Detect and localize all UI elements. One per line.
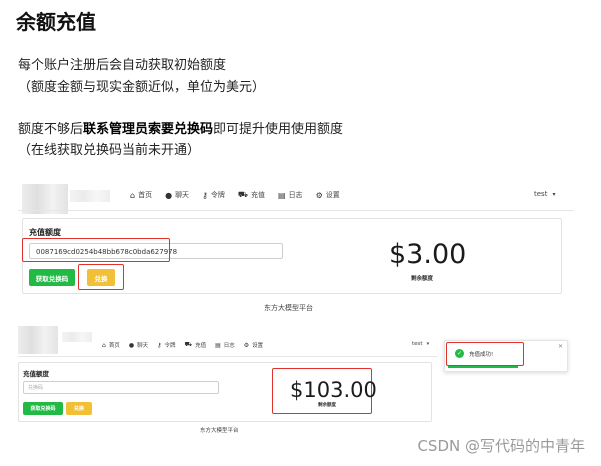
nav-divider xyxy=(18,210,574,211)
home-icon: ⌂ xyxy=(102,341,106,349)
para2-bold: 联系管理员索要兑换码 xyxy=(83,122,214,137)
get-code-button[interactable]: 获取兑换码 xyxy=(29,269,75,286)
nav-chat[interactable]: ● 聊天 xyxy=(128,341,148,350)
gear-icon: ⚙ xyxy=(315,190,323,200)
cart-icon: ⛟ xyxy=(237,190,248,199)
document-title: 余额充值 xyxy=(16,10,96,34)
user-name: test xyxy=(412,341,423,347)
key-icon: ⚷ xyxy=(202,190,208,200)
chevron-down-icon: ▾ xyxy=(552,190,556,198)
balance-label: 剩余额度 xyxy=(318,403,336,408)
cart-icon: ⛟ xyxy=(184,341,193,348)
highlight-toast xyxy=(446,342,524,366)
blurred-logo-text xyxy=(62,332,92,342)
highlight-redeem-button xyxy=(78,264,124,290)
top-nav: ⌂ 首页 ● 聊天 ⚷ 令牌 ⛟ 充值 ▤ 日志 ⚙ 设置 xyxy=(130,190,353,200)
top-nav: ⌂ 首页 ● 聊天 ⚷ 令牌 ⛟ 充值 ▤ 日志 ⚙ 设置 xyxy=(102,341,272,349)
highlight-code-input xyxy=(22,238,170,262)
footer-text: 东方大模型平台 xyxy=(264,304,313,312)
redeem-code-input[interactable]: 兑换码 xyxy=(23,381,219,394)
para2-line2: （在线获取兑换码当前未开通） xyxy=(18,143,201,158)
nav-home[interactable]: ⌂ 首页 xyxy=(102,341,120,350)
chat-icon: ● xyxy=(128,341,135,349)
get-code-button[interactable]: 获取兑换码 xyxy=(23,402,63,415)
nav-log[interactable]: ▤ 日志 xyxy=(215,341,235,350)
user-menu[interactable]: test ▾ xyxy=(412,341,429,347)
nav-home[interactable]: ⌂ 首页 xyxy=(130,190,152,200)
topup-screenshot-1: ⌂ 首页 ● 聊天 ⚷ 令牌 ⛟ 充值 ▤ 日志 ⚙ 设置 test ▾ 充值额度 0087… xyxy=(18,182,574,320)
nav-log[interactable]: ▤ 日志 xyxy=(278,190,303,200)
nav-settings[interactable]: ⚙ 设置 xyxy=(243,341,263,350)
card-title: 充值额度 xyxy=(29,228,61,237)
gear-icon: ⚙ xyxy=(243,341,250,349)
book-icon: ▤ xyxy=(278,190,286,200)
nav-topup[interactable]: ⛟ 充值 xyxy=(185,341,207,349)
key-icon: ⚷ xyxy=(157,341,162,349)
para2-line1: 额度不够后联系管理员索要兑换码即可提升使用使用额度 xyxy=(18,120,343,140)
nav-topup[interactable]: ⛟ 充值 xyxy=(238,190,265,200)
book-icon: ▤ xyxy=(215,341,221,349)
card-title: 充值额度 xyxy=(23,370,49,378)
nav-chat[interactable]: ● 聊天 xyxy=(165,190,189,200)
nav-settings[interactable]: ⚙ 设置 xyxy=(316,190,340,200)
balance-amount: $3.00 xyxy=(389,239,467,270)
balance-amount: $103.00 xyxy=(290,378,377,402)
balance-label: 剩余额度 xyxy=(411,276,434,282)
nav-divider xyxy=(18,356,438,357)
user-menu[interactable]: test ▾ xyxy=(534,190,555,198)
footer-text: 东方大模型平台 xyxy=(200,428,239,434)
para1-line1: 每个账户注册后会自动获取初始额度 xyxy=(18,58,227,73)
chevron-down-icon: ▾ xyxy=(426,341,430,347)
blurred-logo xyxy=(18,326,58,354)
user-name: test xyxy=(534,190,548,198)
para2-prefix: 额度不够后 xyxy=(18,122,84,137)
topup-screenshot-2: ⌂ 首页 ● 聊天 ⚷ 令牌 ⛟ 充值 ▤ 日志 ⚙ 设置 test ▾ 充值额度 兑换码 … xyxy=(18,326,578,436)
nav-token[interactable]: ⚷ 令牌 xyxy=(202,190,225,200)
blurred-logo-text xyxy=(70,190,110,202)
para2-suffix: 即可提升使用使用额度 xyxy=(213,122,344,137)
chat-icon: ● xyxy=(165,190,173,200)
close-icon[interactable]: ✕ xyxy=(558,343,563,350)
para1-line2: （额度金额与现实金额近似，单位为美元） xyxy=(18,80,266,95)
csdn-watermark: CSDN @写代码的中青年 xyxy=(417,437,585,455)
home-icon: ⌂ xyxy=(130,190,136,200)
nav-token[interactable]: ⚷ 令牌 xyxy=(157,341,175,350)
redeem-button[interactable]: 兑换 xyxy=(66,402,92,415)
